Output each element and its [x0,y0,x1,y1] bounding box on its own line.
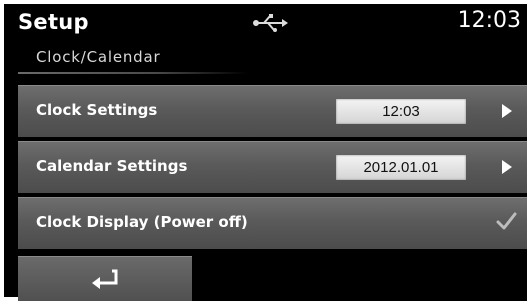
calendar-settings-row[interactable]: Calendar Settings 2012.01.01 [18,141,527,193]
clock-display-row[interactable]: Clock Display (Power off) [18,197,527,249]
section-divider [18,72,248,74]
check-icon[interactable] [495,210,517,232]
usb-icon [253,14,288,32]
back-arrow-icon [92,269,118,289]
clock-settings-label: Clock Settings [36,101,158,119]
clock-display-label: Clock Display (Power off) [36,213,248,231]
clock-settings-row[interactable]: Clock Settings 12:03 [18,85,527,137]
setup-screen: Setup 12:03 Clock/Calendar Clock Setting… [0,0,531,301]
status-clock: 12:03 [457,8,521,33]
section-title: Clock/Calendar [36,48,161,66]
back-button[interactable] [18,256,192,301]
chevron-right-icon [502,160,512,174]
clock-value: 12:03 [336,99,466,124]
page-title: Setup [18,10,89,34]
calendar-value: 2012.01.01 [336,155,466,180]
header-bar: Setup 12:03 [4,4,527,44]
footer-bar [18,256,527,301]
chevron-right-icon [502,104,512,118]
calendar-settings-label: Calendar Settings [36,157,188,175]
